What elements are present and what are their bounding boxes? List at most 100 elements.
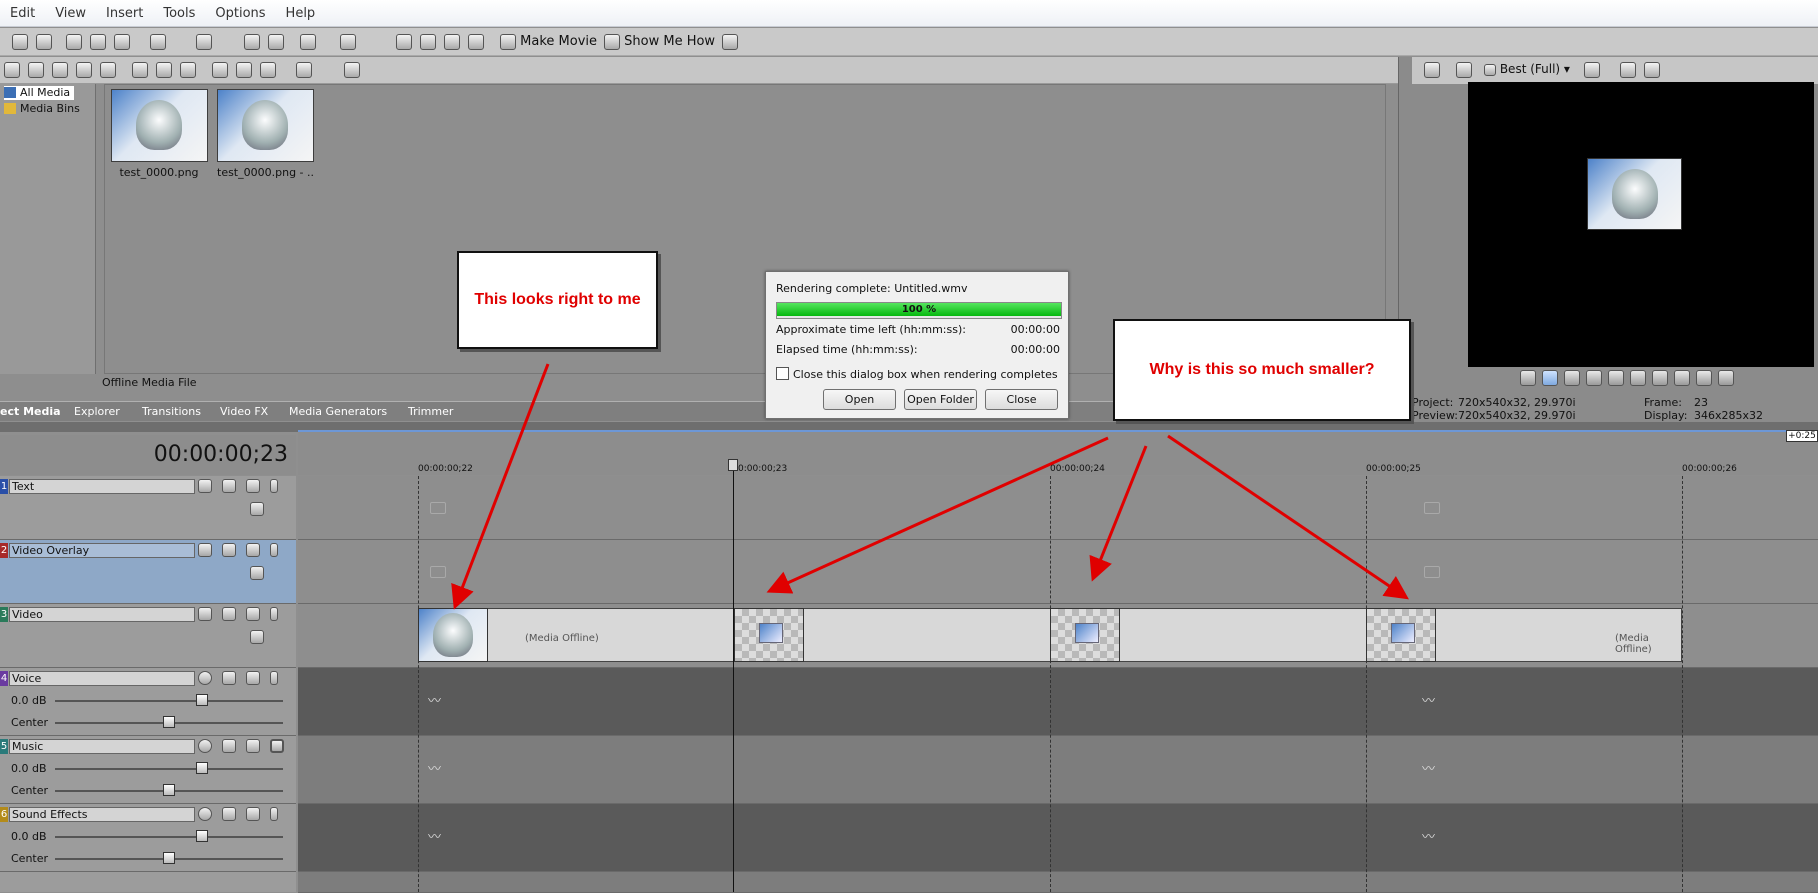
track-fx-icon[interactable] — [198, 543, 212, 557]
envelope-tool-icon[interactable] — [420, 34, 436, 50]
copy-icon[interactable] — [90, 34, 106, 50]
go-to-end-icon[interactable] — [1674, 370, 1690, 386]
record-icon[interactable] — [1520, 370, 1536, 386]
track-name[interactable]: Music — [9, 739, 195, 754]
stop-preview-icon[interactable] — [236, 62, 252, 78]
media-properties-icon[interactable] — [156, 62, 172, 78]
stop-icon[interactable] — [1630, 370, 1646, 386]
track-fx-icon[interactable] — [222, 807, 236, 821]
media-fx-icon[interactable] — [100, 62, 116, 78]
menu-edit[interactable]: Edit — [0, 6, 45, 21]
track-header-voice[interactable]: 4 Voice 0.0 dB Center — [0, 668, 296, 736]
play-from-start-icon[interactable] — [1564, 370, 1580, 386]
menu-tools[interactable]: Tools — [153, 6, 205, 21]
mute-icon[interactable] — [246, 543, 260, 557]
track-lane-music[interactable] — [298, 736, 1818, 804]
track-header-text[interactable]: 1 Text — [0, 476, 296, 540]
track-fx-icon[interactable] — [198, 479, 212, 493]
menu-view[interactable]: View — [45, 6, 96, 21]
mute-icon[interactable] — [246, 479, 260, 493]
time-ruler[interactable]: 00:00:00;22 0:00:00;23 00:00:00;24 00:00… — [298, 430, 1818, 475]
whats-this-icon[interactable] — [722, 34, 738, 50]
views-icon[interactable] — [296, 62, 312, 78]
overlays-icon[interactable] — [1584, 62, 1600, 78]
paste-icon[interactable] — [114, 34, 130, 50]
mute-icon[interactable] — [246, 739, 260, 753]
save-icon[interactable] — [12, 34, 28, 50]
track-header-music[interactable]: 5 Music 0.0 dB Center — [0, 736, 296, 804]
arm-record-icon[interactable] — [198, 671, 212, 685]
pause-icon[interactable] — [1608, 370, 1624, 386]
tab-transitions[interactable]: Transitions — [142, 405, 201, 418]
tree-item-all-media[interactable]: All Media — [4, 86, 75, 100]
solo-icon[interactable] — [270, 479, 278, 493]
media-item[interactable]: test_0000.png — [111, 89, 208, 179]
cut-icon[interactable] — [66, 34, 82, 50]
external-monitor-icon[interactable] — [1456, 62, 1472, 78]
solo-icon[interactable] — [270, 607, 278, 621]
volume-slider[interactable] — [55, 700, 283, 702]
solo-icon[interactable] — [270, 671, 278, 685]
pan-slider-knob[interactable] — [163, 716, 175, 728]
preview-quality-dropdown[interactable]: Best (Full) ▾ — [1484, 62, 1570, 76]
open-folder-button[interactable]: Open Folder — [904, 389, 977, 410]
redo-icon[interactable] — [196, 34, 212, 50]
checkbox-box[interactable] — [776, 367, 789, 380]
track-fx-icon[interactable] — [198, 607, 212, 621]
mute-icon[interactable] — [246, 607, 260, 621]
compositing-mode-icon[interactable] — [250, 502, 264, 516]
mute-icon[interactable] — [246, 671, 260, 685]
solo-icon[interactable] — [270, 739, 284, 753]
media-plugin-icon[interactable] — [180, 62, 196, 78]
undo-icon[interactable] — [150, 34, 166, 50]
track-name[interactable]: Text — [9, 479, 195, 494]
compositing-mode-icon[interactable] — [250, 630, 264, 644]
auto-crossfade-icon[interactable] — [268, 34, 284, 50]
zoom-tool-icon[interactable] — [468, 34, 484, 50]
open-button[interactable]: Open — [823, 389, 896, 410]
menu-insert[interactable]: Insert — [96, 6, 153, 21]
track-motion-icon[interactable] — [222, 479, 236, 493]
tab-trimmer[interactable]: Trimmer — [408, 405, 453, 418]
track-lane-text[interactable] — [298, 476, 1818, 540]
pan-slider-knob[interactable] — [163, 852, 175, 864]
track-header-video[interactable]: 3 Video — [0, 604, 296, 668]
pan-slider-knob[interactable] — [163, 784, 175, 796]
track-lane-video-overlay[interactable] — [298, 540, 1818, 604]
tree-item-media-bins[interactable]: Media Bins — [4, 102, 80, 116]
snapping-icon[interactable] — [244, 34, 260, 50]
track-name[interactable]: Video — [9, 607, 195, 622]
volume-slider-knob[interactable] — [196, 694, 208, 706]
arm-record-icon[interactable] — [198, 739, 212, 753]
next-frame-icon[interactable] — [1718, 370, 1734, 386]
tab-video-fx[interactable]: Video FX — [220, 405, 268, 418]
ripple-edit-icon[interactable] — [300, 34, 316, 50]
track-lane-voice[interactable] — [298, 668, 1818, 736]
volume-slider[interactable] — [55, 768, 283, 770]
compositing-mode-icon[interactable] — [250, 566, 264, 580]
track-fx-icon[interactable] — [222, 671, 236, 685]
lock-envelopes-icon[interactable] — [340, 34, 356, 50]
auto-preview-icon[interactable] — [260, 62, 276, 78]
copy-snapshot-icon[interactable] — [1620, 62, 1636, 78]
play-icon[interactable] — [1586, 370, 1602, 386]
menu-options[interactable]: Options — [205, 6, 275, 21]
preview-properties-icon[interactable] — [1424, 62, 1440, 78]
solo-icon[interactable] — [270, 543, 278, 557]
track-name[interactable]: Voice — [9, 671, 195, 686]
track-fx-icon[interactable] — [222, 739, 236, 753]
save-snapshot-icon[interactable] — [1644, 62, 1660, 78]
capture-video-icon[interactable] — [28, 62, 44, 78]
get-media-icon[interactable] — [52, 62, 68, 78]
track-motion-icon[interactable] — [222, 543, 236, 557]
playhead-handle[interactable] — [728, 459, 738, 471]
close-button[interactable]: Close — [985, 389, 1058, 410]
volume-slider-knob[interactable] — [196, 830, 208, 842]
tab-media-generators[interactable]: Media Generators — [289, 405, 387, 418]
normal-edit-tool-icon[interactable] — [396, 34, 412, 50]
remove-media-icon[interactable] — [132, 62, 148, 78]
close-when-done-checkbox[interactable]: Close this dialog box when rendering com… — [776, 367, 1058, 381]
make-movie-button[interactable]: Make Movie — [500, 32, 597, 52]
track-lane-sound-effects[interactable] — [298, 804, 1818, 872]
tab-explorer[interactable]: Explorer — [74, 405, 120, 418]
